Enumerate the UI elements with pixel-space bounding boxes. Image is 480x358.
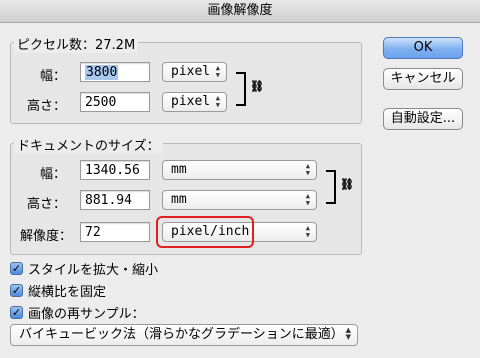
doc-height-value: 881.94 xyxy=(85,193,132,208)
constrain-proportions-checkbox[interactable]: ✓ xyxy=(10,284,23,297)
doc-width-value: 1340.56 xyxy=(85,163,140,178)
pixel-height-unit-value: pixel xyxy=(171,94,211,109)
pixel-width-input[interactable]: 3800 xyxy=(80,62,150,82)
doc-height-unit-value: mm xyxy=(171,192,187,207)
pixel-width-label: 幅： xyxy=(39,69,66,84)
doc-width-unit-select[interactable]: mm ▲ ▼ xyxy=(162,160,317,180)
doc-height-label: 高さ： xyxy=(26,197,66,212)
chain-link-icon: ⛓ xyxy=(340,178,354,191)
pixel-width-unit-select[interactable]: pixel ▲ ▼ xyxy=(162,62,227,82)
doc-width-input[interactable]: 1340.56 xyxy=(80,160,150,180)
resolution-value: 72 xyxy=(85,225,101,240)
cancel-button[interactable]: キャンセル xyxy=(383,68,463,90)
pixel-height-label: 高さ： xyxy=(26,99,66,114)
stepper-arrows-icon: ▲ ▼ xyxy=(305,162,310,177)
stepper-arrows-icon: ▲ ▼ xyxy=(305,192,310,207)
chain-link-icon: ⛓ xyxy=(250,80,264,93)
scale-styles-label: スタイルを拡大・縮小 xyxy=(28,263,159,278)
resample-checkbox[interactable]: ✓ xyxy=(10,306,23,319)
doc-link-bracket xyxy=(326,170,336,204)
stepper-arrows-icon: ▲ ▼ xyxy=(215,94,220,109)
resample-method-value: バイキュービック法（滑らかなグラデーションに最適） xyxy=(19,327,344,342)
pixel-width-unit-value: pixel xyxy=(171,64,211,79)
pixel-width-value: 3800 xyxy=(85,65,119,80)
stepper-arrows-icon: ▲ ▼ xyxy=(215,64,220,79)
doc-height-unit-select[interactable]: mm ▲ ▼ xyxy=(162,190,317,210)
pixel-height-unit-select[interactable]: pixel ▲ ▼ xyxy=(162,92,227,112)
ok-button[interactable]: OK xyxy=(383,37,463,59)
resolution-label: 解像度： xyxy=(19,229,72,244)
doc-width-label: 幅： xyxy=(39,167,66,182)
resolution-unit-highlight xyxy=(156,216,254,248)
resample-method-select[interactable]: バイキュービック法（滑らかなグラデーションに最適） ▲ ▼ xyxy=(10,324,358,346)
scale-styles-checkbox[interactable]: ✓ xyxy=(10,262,23,275)
doc-width-unit-value: mm xyxy=(171,162,187,177)
document-size-legend: ドキュメントのサイズ： xyxy=(14,135,163,154)
auto-button[interactable]: 自動設定... xyxy=(383,108,463,130)
constrain-proportions-label: 縦横比を固定 xyxy=(28,285,107,300)
stepper-arrows-icon: ▲ ▼ xyxy=(305,224,310,239)
stepper-arrows-icon: ▲ ▼ xyxy=(345,326,351,341)
pixel-height-value: 2500 xyxy=(85,95,117,110)
window-title: 画像解像度 xyxy=(0,0,480,23)
pixel-height-input[interactable]: 2500 xyxy=(80,92,150,112)
pixel-dimensions-legend: ピクセル数：27.2M xyxy=(14,34,139,53)
doc-height-input[interactable]: 881.94 xyxy=(80,190,150,210)
pixel-link-bracket xyxy=(236,72,246,106)
resample-label: 画像の再サンプル： xyxy=(28,307,145,322)
resolution-input[interactable]: 72 xyxy=(80,222,150,242)
